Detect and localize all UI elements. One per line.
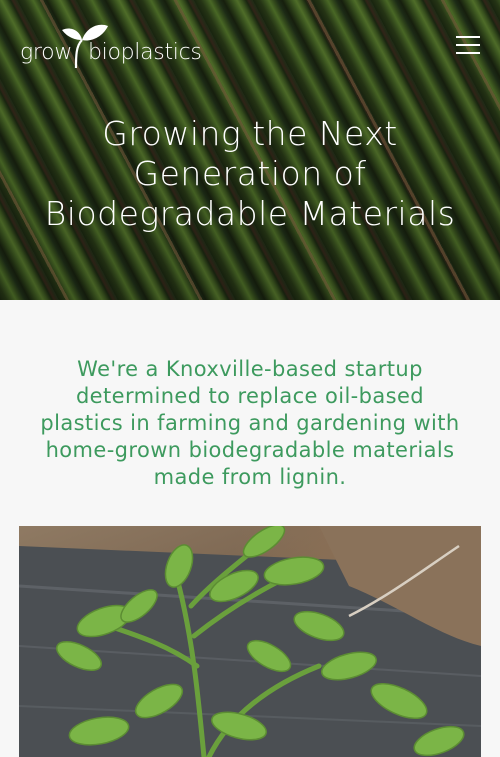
intro-text: We're a Knoxville-based startup determin… <box>20 356 480 491</box>
hero-title-line: Biodegradable Materials <box>44 194 456 233</box>
seedling-illustration <box>19 526 481 757</box>
intro-line: We're a Knoxville-based startup <box>77 357 423 381</box>
hero-title-line: Growing the Next <box>102 114 398 153</box>
hero-title: Growing the Next Generation of Biodegrad… <box>0 114 500 234</box>
logo-text-bioplastics: bioplastics <box>88 40 202 65</box>
logo-text-grow: grow <box>20 40 73 65</box>
hero-title-line: Generation of <box>133 154 367 193</box>
intro-line: plastics in farming and gardening with <box>40 411 460 435</box>
seedling-photo <box>19 526 481 757</box>
hero-banner: grow bioplastics Growing the Next Genera… <box>0 0 500 300</box>
hamburger-menu-icon[interactable] <box>456 36 480 54</box>
intro-line: determined to replace oil-based <box>75 384 425 408</box>
intro-line: made from lignin. <box>153 465 347 489</box>
site-logo[interactable]: grow bioplastics <box>20 20 210 70</box>
intro-line: home-grown biodegradable materials <box>45 438 455 462</box>
